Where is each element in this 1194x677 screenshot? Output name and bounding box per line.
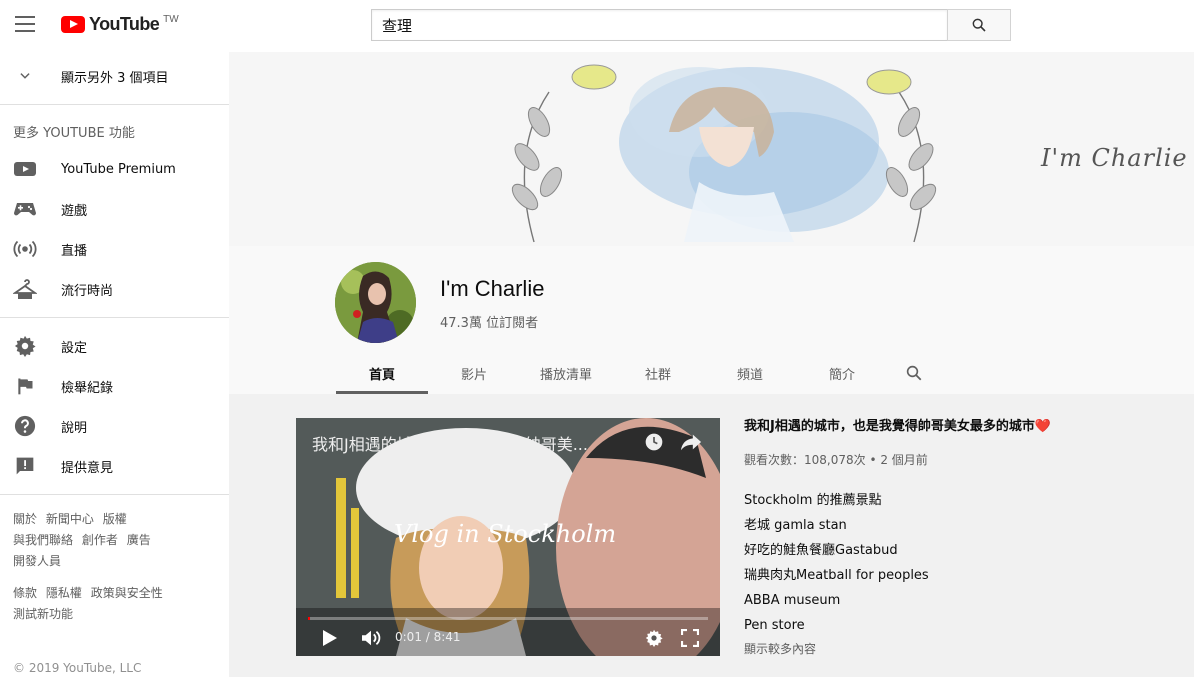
sidebar-item-settings[interactable]: 設定 — [0, 326, 229, 366]
sidebar-item-feedback[interactable]: 提供意見 — [0, 446, 229, 486]
divider — [0, 494, 229, 495]
sidebar-item-label: 提供意見 — [61, 460, 114, 476]
divider — [0, 104, 229, 105]
footer-link-about[interactable]: 關於 — [13, 512, 37, 526]
feedback-icon — [13, 454, 37, 478]
more-features-heading: 更多 YOUTUBE 功能 — [13, 126, 135, 141]
sidebar-item-label: 設定 — [61, 340, 88, 356]
fashion-icon — [13, 277, 37, 301]
search-icon — [972, 18, 986, 32]
logo-text: YouTube — [89, 14, 160, 34]
tab-channels[interactable]: 頻道 — [704, 352, 796, 394]
banner-signature-text: I'm Charlie — [1041, 144, 1188, 172]
video-progress-fill — [308, 617, 311, 620]
sidebar-item-help[interactable]: 說明 — [0, 406, 229, 446]
footer-link-privacy[interactable]: 隱私權 — [46, 586, 82, 600]
channel-search-button[interactable] — [888, 352, 940, 394]
watch-later-icon[interactable] — [644, 432, 664, 456]
share-icon[interactable] — [680, 432, 702, 456]
sidebar-item-label: YouTube Premium — [61, 161, 176, 177]
description-line: ABBA museum — [744, 593, 841, 608]
search-bar — [371, 9, 1011, 41]
tab-community[interactable]: 社群 — [612, 352, 704, 394]
gear-icon[interactable] — [645, 629, 663, 651]
video-progress-bar[interactable] — [308, 617, 708, 620]
live-icon — [13, 237, 37, 261]
footer-link-terms[interactable]: 條款 — [13, 586, 37, 600]
video-overlay-caption: Vlog in Stockholm — [394, 520, 617, 548]
channel-tabs: 首頁 影片 播放清單 社群 頻道 簡介 — [336, 352, 940, 394]
channel-banner: I'm Charlie — [229, 52, 1194, 246]
footer-links: 關於 新聞中心 版權 與我們聯絡 創作者 廣告 開發人員 條款 隱私權 政策與安… — [0, 503, 229, 625]
sidebar-item-live[interactable]: 直播 — [0, 229, 229, 269]
footer-link-test-new-features[interactable]: 測試新功能 — [13, 607, 73, 621]
search-input[interactable] — [371, 9, 947, 41]
footer-link-press[interactable]: 新聞中心 — [46, 512, 94, 526]
featured-video-player[interactable]: 我和J相遇的城市，也是我覺得帥哥美... Vlog in Stockholm 0… — [296, 418, 720, 656]
sidebar-item-gaming[interactable]: 遊戲 — [0, 189, 229, 229]
sidebar-item-report-history[interactable]: 檢舉紀錄 — [0, 366, 229, 406]
tab-about[interactable]: 簡介 — [796, 352, 888, 394]
show-more-description-link[interactable]: 顯示較多內容 — [744, 640, 1184, 657]
heart-emoji: ❤️ — [1034, 419, 1052, 434]
footer-link-contact[interactable]: 與我們聯絡 — [13, 533, 73, 547]
volume-icon[interactable] — [360, 629, 382, 651]
youtube-logo[interactable]: YouTube TW — [61, 14, 179, 36]
help-icon — [13, 414, 37, 438]
description-line: Stockholm 的推薦景點 — [744, 493, 882, 508]
sidebar-item-label: 檢舉紀錄 — [61, 380, 114, 396]
description-line: 瑞典肉丸Meatball for peoples — [744, 568, 929, 583]
top-bar: YouTube TW — [0, 0, 1194, 52]
main-content: I'm Charlie I'm Charlie 47.3萬 位訂閱者 首頁 影片… — [229, 52, 1194, 677]
video-overlay-title[interactable]: 我和J相遇的城市，也是我覺得帥哥美... — [312, 431, 588, 455]
featured-video-title[interactable]: 我和J相遇的城市，也是我覺得帥哥美女最多的城市❤️ — [744, 418, 1184, 436]
fullscreen-icon[interactable] — [680, 628, 700, 651]
search-button[interactable] — [947, 9, 1011, 41]
youtube-premium-icon — [13, 157, 37, 181]
tab-videos[interactable]: 影片 — [428, 352, 520, 394]
search-icon — [906, 365, 922, 381]
footer-link-creators[interactable]: 創作者 — [82, 533, 118, 547]
show-more-button[interactable]: 顯示另外 3 個項目 — [0, 56, 229, 96]
region-code: TW — [163, 14, 179, 25]
description-line: 好吃的鮭魚餐廳Gastabud — [744, 543, 898, 558]
sidebar-item-label: 流行時尚 — [61, 283, 114, 299]
footer-link-developers[interactable]: 開發人員 — [13, 554, 61, 568]
description-line: 老城 gamla stan — [744, 518, 847, 533]
copyright-text: © 2019 YouTube, LLC — [13, 661, 142, 675]
footer-link-advertise[interactable]: 廣告 — [127, 533, 151, 547]
description-line: Pen store — [744, 618, 805, 633]
video-meta: 觀看次數：108,078次 • 2 個月前 — [744, 453, 928, 467]
footer-link-copyright[interactable]: 版權 — [103, 512, 127, 526]
channel-header: I'm Charlie 47.3萬 位訂閱者 首頁 影片 播放清單 社群 頻道 … — [229, 246, 1194, 394]
show-more-label: 顯示另外 3 個項目 — [61, 70, 169, 86]
menu-icon[interactable] — [15, 16, 35, 34]
gaming-icon — [13, 197, 37, 221]
sidebar-item-label: 說明 — [61, 420, 88, 436]
sidebar-item-label: 遊戲 — [61, 203, 88, 219]
tab-playlists[interactable]: 播放清單 — [520, 352, 612, 394]
channel-avatar[interactable] — [335, 262, 416, 343]
gear-icon — [13, 334, 37, 358]
sidebar-item-label: 直播 — [61, 243, 88, 259]
sidebar-item-fashion[interactable]: 流行時尚 — [0, 269, 229, 309]
video-title-text: 我和J相遇的城市，也是我覺得帥哥美女最多的城市 — [744, 419, 1035, 434]
sidebar-item-youtube-premium[interactable]: YouTube Premium — [0, 149, 229, 189]
video-time: 0:01 / 8:41 — [395, 630, 461, 644]
chevron-down-icon — [13, 64, 37, 88]
subscriber-count: 47.3萬 位訂閱者 — [440, 316, 539, 331]
divider — [0, 317, 229, 318]
channel-name: I'm Charlie — [440, 276, 545, 301]
featured-video-info: 我和J相遇的城市，也是我覺得帥哥美女最多的城市❤️ 觀看次數：108,078次 … — [744, 418, 1184, 657]
youtube-play-logo-icon — [61, 16, 85, 33]
flag-icon — [13, 374, 37, 398]
sidebar: 顯示另外 3 個項目 更多 YOUTUBE 功能 YouTube Premium… — [0, 52, 229, 677]
footer-link-policy-safety[interactable]: 政策與安全性 — [91, 586, 163, 600]
play-icon[interactable] — [322, 629, 338, 651]
tab-home[interactable]: 首頁 — [336, 352, 428, 394]
